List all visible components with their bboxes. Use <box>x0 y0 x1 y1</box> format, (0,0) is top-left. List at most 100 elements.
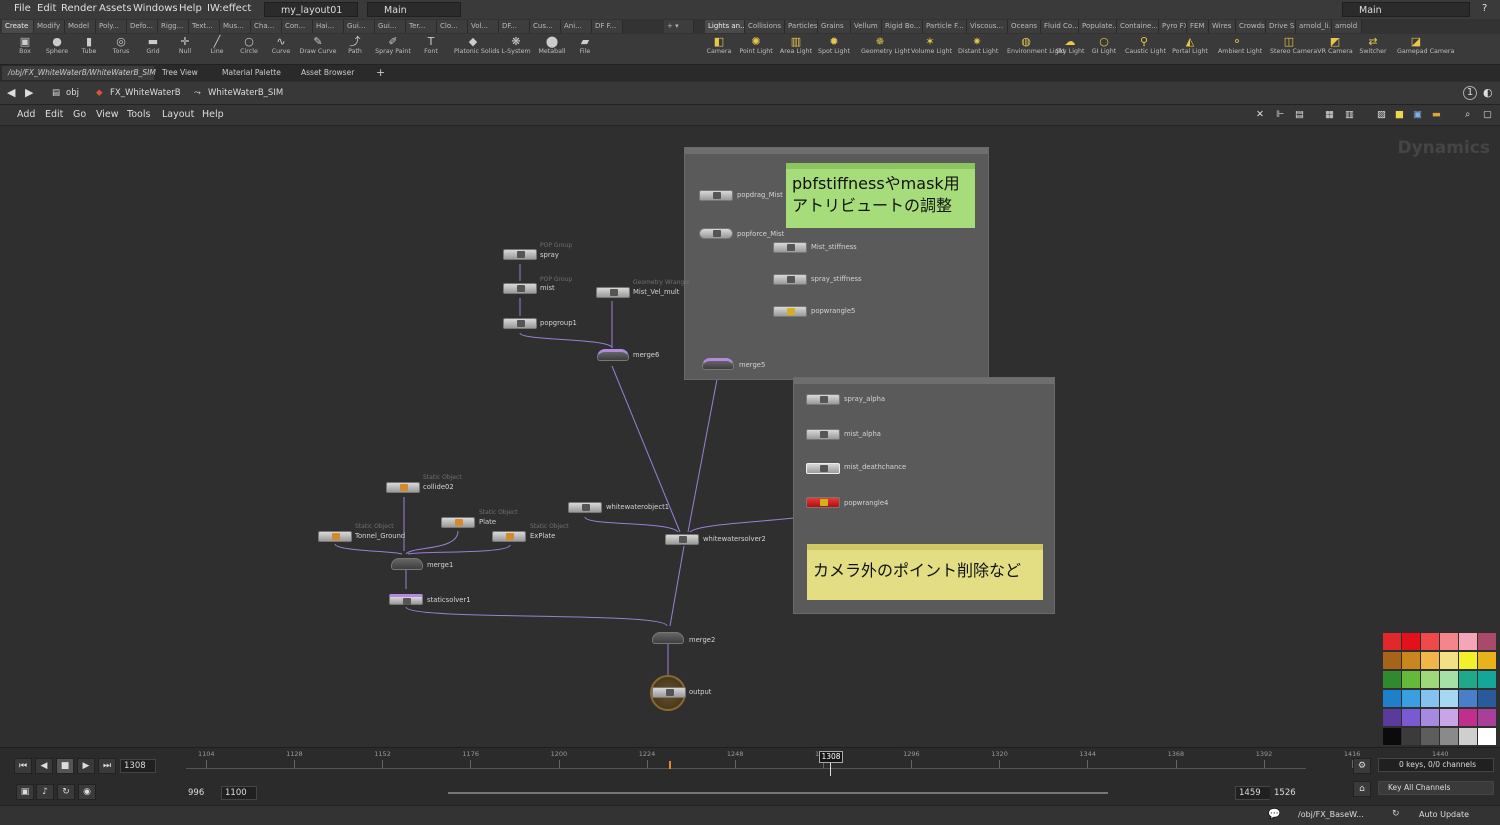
menu-file[interactable]: File <box>14 3 31 14</box>
sticky-note-camera[interactable]: カメラ外のポイント削除など <box>807 544 1043 600</box>
color-swatch[interactable] <box>1440 633 1458 650</box>
node-tonnel-ground[interactable] <box>318 531 352 542</box>
color-swatch[interactable] <box>1383 728 1401 745</box>
color-swatch[interactable] <box>1440 709 1458 726</box>
shelf-tab-ani[interactable]: Ani... <box>561 20 592 33</box>
key-tools-icon[interactable]: ⚙ <box>1353 758 1371 774</box>
net-menu-layout[interactable]: Layout <box>162 109 194 120</box>
tools-icon[interactable]: ✕ <box>1256 109 1264 120</box>
tool-path[interactable]: ⤴ Path <box>336 34 374 64</box>
add-tab-icon[interactable]: + <box>370 66 386 80</box>
color-swatch[interactable] <box>1440 728 1458 745</box>
node-merge1[interactable] <box>391 558 423 570</box>
frame-indicator[interactable]: 1308 <box>819 751 843 763</box>
tool-file[interactable]: ▰ File <box>566 34 604 64</box>
shelf-tab-cus[interactable]: Cus... <box>530 20 561 33</box>
realtime-toggle-icon[interactable]: ▣ <box>16 784 34 800</box>
color-swatch[interactable] <box>1383 671 1401 688</box>
menu-edit[interactable]: Edit <box>37 3 56 14</box>
detail-view-icon[interactable]: ▥ <box>1345 109 1354 120</box>
node-mist-deathchance[interactable] <box>806 463 840 474</box>
loop-icon[interactable]: ↻ <box>57 784 75 800</box>
shelf-tab-rigid-bo[interactable]: Rigid Bo... <box>882 20 923 33</box>
color-swatch[interactable] <box>1459 709 1477 726</box>
shelf-tab-fem[interactable]: FEM <box>1187 20 1209 33</box>
node-popgroup1[interactable] <box>503 318 537 329</box>
sticky-note-attribute[interactable]: pbfstiffnessやmask用 アトリビュートの調整 <box>786 163 975 228</box>
shelf-tab-containe[interactable]: Containe... <box>1117 20 1159 33</box>
shelf-tab-con[interactable]: Con... <box>282 20 313 33</box>
list-icon[interactable]: ▤ <box>1295 109 1304 120</box>
breadcrumb-whitewaterb-sim[interactable]: WhiteWaterB_SIM <box>208 86 283 100</box>
shelf-tab-lights-an[interactable]: Lights an... <box>705 20 745 33</box>
tool-l-system[interactable]: ❋ L-System <box>497 34 535 64</box>
shelf-tab-arnold-li[interactable]: arnold_li... <box>1296 20 1332 33</box>
node-spray-stiffness[interactable] <box>773 274 807 285</box>
tool-draw-curve[interactable]: ✎ Draw Curve <box>299 34 337 64</box>
net-menu-edit[interactable]: Edit <box>45 109 63 120</box>
auto-update-select[interactable]: Auto Update <box>1419 810 1469 819</box>
stop-button[interactable]: ■ <box>56 758 74 774</box>
shelf-tab-gui[interactable]: Gui... <box>344 20 375 33</box>
shelf-tab-oceans[interactable]: Oceans <box>1008 20 1041 33</box>
net-menu-tools[interactable]: Tools <box>127 109 150 120</box>
shelf-tab-vellum[interactable]: Vellum <box>851 20 882 33</box>
color-swatch[interactable] <box>1421 671 1439 688</box>
color-swatch[interactable] <box>1402 728 1420 745</box>
sticky-note-icon[interactable]: ■ <box>1395 109 1404 120</box>
color-swatch[interactable] <box>1478 671 1496 688</box>
tool-portal-light[interactable]: ◭ Portal Light <box>1171 34 1209 64</box>
node-collide02[interactable] <box>386 482 420 493</box>
tool-font[interactable]: T Font <box>412 34 450 64</box>
desktop-select[interactable]: my_layout01 <box>264 2 358 17</box>
shelf-tab-particle-f[interactable]: Particle F... <box>923 20 967 33</box>
context-select[interactable]: Main <box>367 2 461 17</box>
node-mist-vel-mult[interactable] <box>596 287 630 298</box>
tool-volume-light[interactable]: ✶ Volume Light <box>911 34 952 64</box>
tool-ambient-light[interactable]: ⚬ Ambient Light <box>1218 34 1262 64</box>
menu-iw-effect[interactable]: IW:effect <box>207 3 251 14</box>
color-swatch[interactable] <box>1383 633 1401 650</box>
node-whitewaterobject1[interactable] <box>568 502 602 513</box>
node-spray-alpha[interactable] <box>806 394 840 405</box>
menu-help[interactable]: Help <box>179 3 202 14</box>
shelf-tab-pyro-fx[interactable]: Pyro FX <box>1159 20 1187 33</box>
color-swatch[interactable] <box>1459 728 1477 745</box>
tool-stereo-camera[interactable]: ◫ Stereo Camera <box>1270 34 1317 64</box>
color-swatch[interactable] <box>1459 690 1477 707</box>
shelf-tab-model[interactable]: Model <box>65 20 96 33</box>
tab-network[interactable]: /obj/FX_WhiteWaterB/WhiteWaterB_SIM <box>2 66 156 80</box>
back-arrow-icon[interactable]: ◀ <box>7 86 15 100</box>
color-swatch[interactable] <box>1402 690 1420 707</box>
link-icon[interactable]: ◐ <box>1483 86 1493 100</box>
range-end2-field[interactable]: 1526 <box>1270 786 1306 800</box>
shelf-tab-modify[interactable]: Modify <box>34 20 65 33</box>
color-swatch[interactable] <box>1421 652 1439 669</box>
color-swatch[interactable] <box>1402 709 1420 726</box>
color-swatch[interactable] <box>1383 690 1401 707</box>
color-swatch[interactable] <box>1459 671 1477 688</box>
jump-end-button[interactable]: ⏭ <box>98 758 116 774</box>
range-start-field[interactable]: 996 <box>184 786 220 800</box>
shelf-tab-grains[interactable]: Grains <box>818 20 851 33</box>
color-swatch[interactable] <box>1421 728 1439 745</box>
range-slider[interactable] <box>448 792 1108 794</box>
color-swatch[interactable] <box>1383 652 1401 669</box>
help-icon[interactable]: ? <box>1482 3 1487 14</box>
shelf-tab-rigg[interactable]: Rigg... <box>158 20 189 33</box>
node-plate[interactable] <box>441 517 475 528</box>
network-box-header[interactable] <box>794 378 1054 384</box>
node-explate[interactable] <box>492 531 526 542</box>
shelf-tab-populate[interactable]: Populate... <box>1079 20 1117 33</box>
tool-geometry-light[interactable]: ✵ Geometry Light <box>861 34 910 64</box>
node-spray[interactable] <box>503 249 537 260</box>
net-menu-help[interactable]: Help <box>202 109 224 120</box>
shelf-tab-particles[interactable]: Particles <box>785 20 818 33</box>
tool-spray-paint[interactable]: ✐ Spray Paint <box>374 34 412 64</box>
node-popdrag-mist[interactable] <box>699 190 733 201</box>
tab-tree-view[interactable]: Tree View <box>156 66 216 80</box>
shelf-tab-wires[interactable]: Wires <box>1209 20 1236 33</box>
color-swatch[interactable] <box>1440 690 1458 707</box>
color-swatch[interactable] <box>1440 671 1458 688</box>
shelf-tab-vol[interactable]: Vol... <box>468 20 499 33</box>
